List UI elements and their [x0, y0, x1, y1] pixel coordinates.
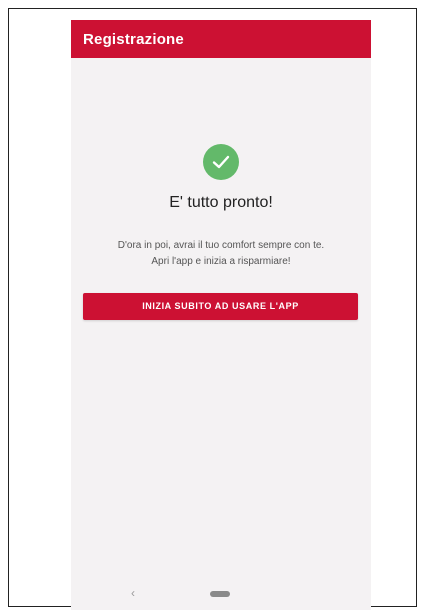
- success-message: D'ora in poi, avrai il tuo comfort sempr…: [117, 240, 325, 267]
- success-headline: E' tutto pronto!: [169, 194, 273, 211]
- app-bar-title: Registrazione: [83, 31, 184, 48]
- checkmark-icon: [212, 155, 230, 169]
- system-navigation-bar: ‹: [71, 582, 371, 610]
- app-bar: Registrazione: [71, 20, 371, 58]
- home-pill-icon[interactable]: [210, 591, 230, 597]
- check-circle-icon: [203, 144, 239, 180]
- back-chevron-icon[interactable]: ‹: [131, 587, 135, 599]
- start-using-app-button[interactable]: INIZIA SUBITO AD USARE L'APP: [83, 293, 358, 320]
- phone-screen: Registrazione E' tutto pronto! D'ora in …: [71, 20, 371, 610]
